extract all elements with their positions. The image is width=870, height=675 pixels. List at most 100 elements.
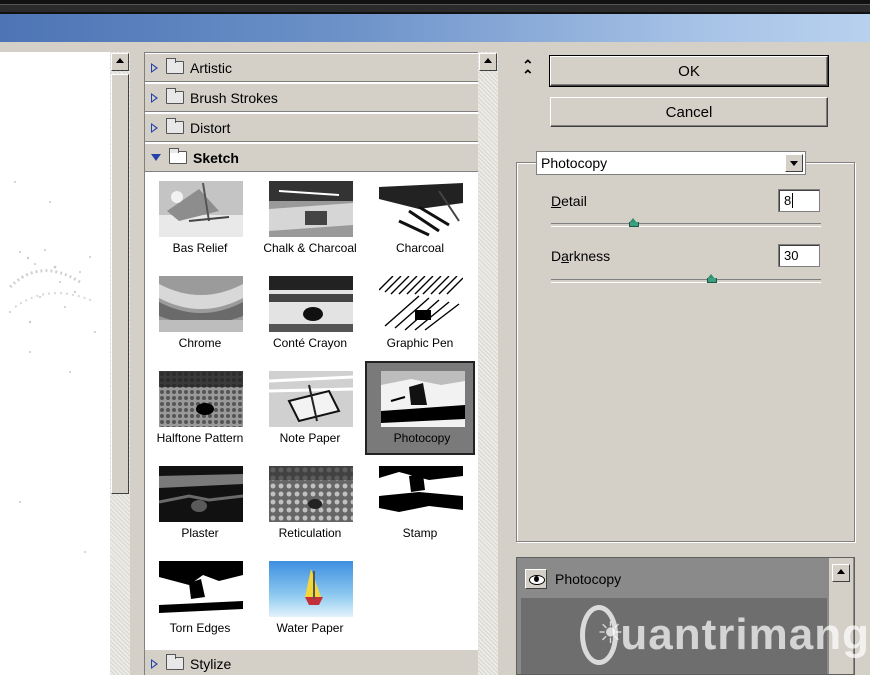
category-sketch[interactable]: Sketch [145, 143, 478, 172]
open-folder-icon [169, 148, 187, 164]
eye-icon[interactable] [525, 569, 547, 589]
detail-value: 8 [784, 193, 792, 208]
chrome-thumbnail [159, 276, 243, 332]
triangle-inner [152, 660, 156, 667]
thumb-water-paper[interactable]: Water Paper [255, 553, 365, 647]
category-stylize[interactable]: Stylize [145, 649, 478, 675]
thumb-reticulation[interactable]: Reticulation [255, 458, 365, 552]
thumb-stamp[interactable]: Stamp [365, 458, 475, 552]
filter-list-scrollbar[interactable] [478, 52, 498, 675]
expand-triangle-icon [151, 92, 158, 103]
filter-settings-group [516, 162, 855, 542]
stamp-thumbnail [379, 466, 463, 522]
category-label: Sketch [193, 149, 239, 166]
halftone-pattern-thumbnail [159, 371, 243, 427]
filter-select-value: Photocopy [541, 155, 608, 171]
darkness-label-mnemonic: a [561, 248, 569, 264]
thumb-label: Chrome [178, 336, 222, 350]
chalk-charcoal-thumbnail [269, 181, 353, 237]
expand-triangle-icon [151, 62, 158, 73]
expand-triangle-icon [151, 658, 158, 669]
category-brush-strokes[interactable]: Brush Strokes [145, 83, 478, 112]
watermark-text: uantrimang [620, 610, 870, 659]
folder-icon [166, 118, 184, 134]
conte-crayon-thumbnail [269, 276, 353, 332]
filter-gallery-list[interactable]: Artistic Brush Strokes Distort Sketch Ba… [144, 52, 478, 675]
thumb-plaster[interactable]: Plaster [145, 458, 255, 552]
thumb-torn-edges[interactable]: Torn Edges [145, 553, 255, 647]
scroll-thumb[interactable] [111, 74, 129, 494]
arrow-up-icon [484, 58, 492, 63]
frame-strip [0, 4, 870, 12]
triangle-inner [152, 124, 156, 131]
darkness-slider-thumb[interactable] [706, 274, 717, 283]
folder-icon [166, 88, 184, 104]
text-cursor [792, 193, 794, 208]
category-label: Stylize [190, 655, 232, 672]
thumb-label: Torn Edges [169, 621, 231, 635]
preview-scrollbar[interactable] [110, 52, 130, 675]
darkness-label: Darkness [551, 248, 610, 264]
thumb-label: Reticulation [278, 526, 342, 540]
photocopy-thumbnail [381, 371, 465, 427]
expand-triangle-icon [151, 122, 158, 133]
detail-label-rest: etail [561, 193, 587, 209]
thumb-label: Plaster [181, 526, 219, 540]
effect-layer-row[interactable]: Photocopy [521, 562, 827, 596]
darkness-label-rest: rkness [568, 248, 611, 264]
water-paper-thumbnail [269, 561, 353, 617]
effect-layer-name: Photocopy [555, 571, 622, 587]
graphic-pen-thumbnail [379, 276, 463, 332]
thumb-graphic-pen[interactable]: Graphic Pen [365, 268, 475, 362]
ok-button[interactable]: OK [550, 56, 828, 86]
darkness-input[interactable]: 30 [778, 244, 820, 267]
scroll-up-button[interactable] [111, 53, 129, 71]
image-preview[interactable] [0, 52, 110, 675]
category-label: Distort [190, 119, 231, 136]
detail-slider-track[interactable] [551, 223, 821, 227]
category-distort[interactable]: Distort [145, 113, 478, 142]
scroll-up-button[interactable] [832, 564, 850, 582]
scroll-up-button[interactable] [479, 53, 497, 71]
cancel-button[interactable]: Cancel [550, 97, 828, 127]
bas-relief-thumbnail [159, 181, 243, 237]
thumb-label: Photocopy [393, 431, 451, 445]
thumb-photocopy[interactable]: Photocopy [365, 361, 475, 455]
thumb-chrome[interactable]: Chrome [145, 268, 255, 362]
thumb-label: Graphic Pen [386, 336, 454, 350]
dropdown-button[interactable] [785, 154, 803, 172]
folder-icon [166, 654, 184, 670]
arrow-up-icon [116, 58, 124, 63]
reticulation-thumbnail [269, 466, 353, 522]
torn-edges-thumbnail [159, 561, 243, 617]
collapse-gallery-icon[interactable]: ⌃ ⌃ [522, 58, 534, 82]
title-bar[interactable] [0, 14, 870, 42]
category-artistic[interactable]: Artistic [145, 53, 478, 82]
filter-select-dropdown[interactable]: Photocopy [536, 151, 806, 175]
thumb-label: Water Paper [276, 621, 344, 635]
darkness-slider-track[interactable] [551, 279, 821, 283]
charcoal-thumbnail [379, 181, 463, 237]
thumb-conte-crayon[interactable]: Conté Crayon [255, 268, 365, 362]
category-label: Artistic [190, 59, 232, 76]
triangle-inner [152, 94, 156, 101]
thumb-label: Note Paper [279, 431, 341, 445]
thumb-note-paper[interactable]: Note Paper [255, 363, 365, 457]
detail-label-mnemonic: D [551, 193, 562, 209]
detail-input[interactable]: 8 [778, 189, 820, 212]
darkness-label-first: D [551, 248, 562, 264]
thumb-label: Charcoal [395, 241, 445, 255]
window-top-frame [0, 0, 870, 14]
triangle-inner [152, 64, 156, 71]
sketch-thumbnails: Bas Relief Chalk & Charcoal Charcoal Chr… [145, 173, 478, 648]
darkness-value: 30 [784, 248, 799, 263]
detail-slider-thumb[interactable] [629, 218, 640, 227]
collapse-triangle-icon [151, 154, 161, 161]
preview-image [8, 181, 96, 553]
thumb-chalk-charcoal[interactable]: Chalk & Charcoal [255, 173, 365, 267]
thumb-halftone-pattern[interactable]: Halftone Pattern [145, 363, 255, 457]
note-paper-thumbnail [269, 371, 353, 427]
thumb-bas-relief[interactable]: Bas Relief [145, 173, 255, 267]
thumb-label: Halftone Pattern [156, 431, 244, 445]
thumb-charcoal[interactable]: Charcoal [365, 173, 475, 267]
